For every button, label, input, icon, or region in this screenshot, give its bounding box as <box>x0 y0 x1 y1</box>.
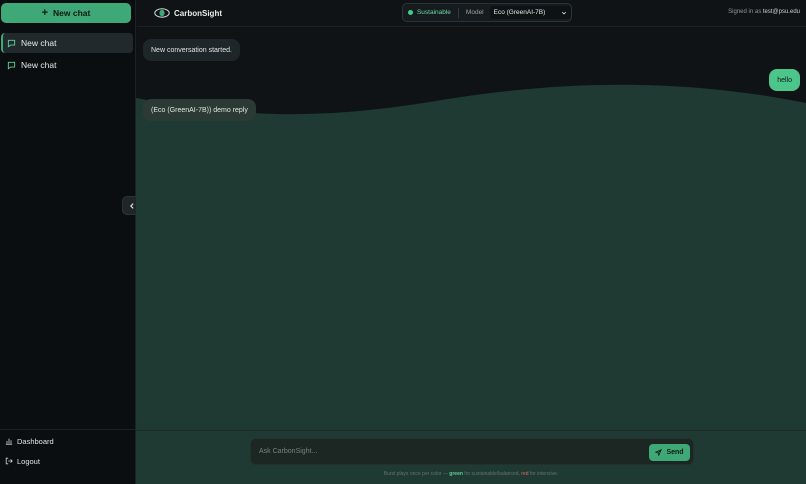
sidebar: + New chat New chat New chat Dashboard L… <box>0 0 136 484</box>
hint-suffix: for intensive. <box>529 471 559 477</box>
hint-middle: for sustainable/balanced, <box>464 471 520 477</box>
chat-item-label: New chat <box>21 60 57 70</box>
divider <box>457 7 459 18</box>
send-button[interactable]: Send <box>649 444 690 461</box>
message-icon <box>7 61 16 70</box>
composer: Ask CarbonSight... Send <box>250 438 694 465</box>
hint-green: green <box>449 471 463 477</box>
signed-in-info: Signed in as test@psu.edu <box>728 9 800 15</box>
hint-prefix: Burst plays once per color — <box>383 471 448 477</box>
model-label: Model <box>465 9 484 16</box>
brand-name: CarbonSight <box>174 8 222 18</box>
model-select[interactable]: Eco (GreenAI-7B) <box>489 6 571 19</box>
assistant-message-text: (Eco (GreenAI-7B)) demo reply <box>151 106 248 114</box>
chevron-down-icon <box>561 11 567 14</box>
model-select-value: Eco (GreenAI-7B) <box>493 9 546 16</box>
new-chat-label: New chat <box>53 8 91 18</box>
sustainability-status: Sustainable <box>416 9 451 16</box>
user-message: hello <box>769 69 800 91</box>
logout-icon <box>5 457 13 465</box>
eye-logo-icon <box>154 8 170 18</box>
system-message-text: New conversation started. <box>151 46 232 54</box>
new-chat-button[interactable]: + New chat <box>1 3 131 23</box>
composer-divider <box>136 430 806 431</box>
send-label: Send <box>666 449 684 456</box>
hint-red: red <box>521 471 529 477</box>
signed-in-prefix: Signed in as <box>728 9 762 15</box>
chat-area: New conversation started. hello (Eco (Gr… <box>136 27 806 484</box>
bar-chart-icon <box>5 438 13 445</box>
message-icon <box>7 39 16 48</box>
status-dot-icon <box>408 10 413 15</box>
logout-label: Logout <box>17 456 40 466</box>
brand: CarbonSight <box>154 6 222 20</box>
send-icon <box>655 449 663 456</box>
sidebar-divider <box>0 429 135 430</box>
logout-link[interactable]: Logout <box>5 454 40 468</box>
system-message: New conversation started. <box>143 39 240 61</box>
model-bar: Sustainable Model Eco (GreenAI-7B) <box>402 3 572 22</box>
chat-list-item[interactable]: New chat <box>1 55 133 75</box>
message-input[interactable]: Ask CarbonSight... <box>259 448 317 455</box>
chat-list-item-active[interactable]: New chat <box>1 33 133 53</box>
plus-icon: + <box>41 6 49 19</box>
assistant-message: (Eco (GreenAI-7B)) demo reply <box>143 99 256 121</box>
dashboard-link[interactable]: Dashboard <box>5 434 54 448</box>
user-message-text: hello <box>777 76 792 84</box>
chevron-left-icon <box>129 202 134 209</box>
dashboard-label: Dashboard <box>17 436 54 446</box>
burst-hint: Burst plays once per color — green for s… <box>136 471 806 477</box>
chat-item-label: New chat <box>21 38 57 48</box>
top-header: CarbonSight Sustainable Model Eco (Green… <box>137 0 806 27</box>
burst-wave-background <box>136 84 806 484</box>
user-email: test@psu.edu <box>762 9 800 15</box>
